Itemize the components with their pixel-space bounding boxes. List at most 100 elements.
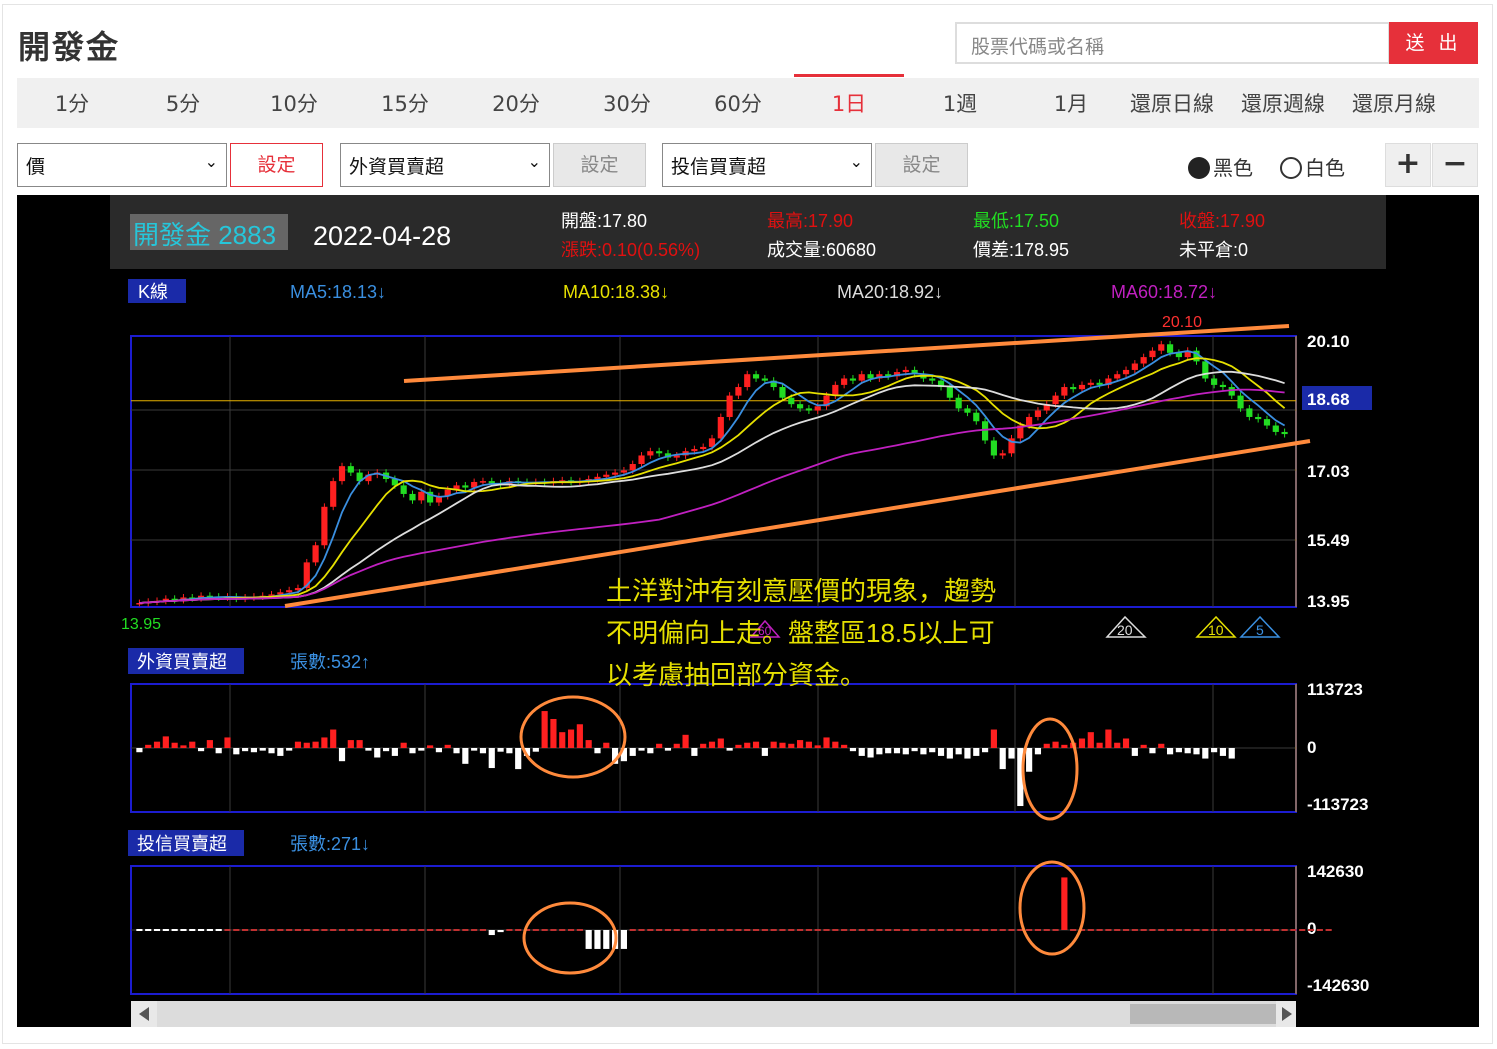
tab-5[interactable]: 20分 (461, 78, 571, 128)
price-tick-5: 13.95 (1307, 592, 1350, 611)
foreign-bar (1184, 748, 1191, 754)
foreign-bar (797, 740, 804, 748)
foreign-bar (744, 742, 751, 748)
trust-bar (1255, 929, 1262, 931)
foreign-bar (1026, 748, 1033, 772)
foreign-bar (427, 745, 434, 748)
tab-12[interactable]: 還原週線 (1228, 78, 1338, 128)
submit-button[interactable]: 送 出 (1389, 22, 1478, 64)
foreign-bar (885, 748, 892, 754)
foreign-bar (973, 748, 980, 756)
candle-body (955, 397, 962, 409)
foreign-bar (990, 729, 997, 748)
candle-body (312, 545, 319, 563)
candle-body (973, 412, 980, 422)
candle-body (647, 451, 654, 456)
theme-white-radio[interactable]: 白色 (1280, 152, 1345, 181)
candle-body (867, 374, 874, 379)
tab-4[interactable]: 15分 (350, 78, 460, 128)
trust-bar (382, 929, 390, 931)
foreign-bar (858, 748, 865, 756)
trust-bar (1307, 929, 1315, 931)
candle-body (929, 378, 936, 381)
tab-13[interactable]: 還原月線 (1339, 78, 1449, 128)
foreign-bar (1228, 748, 1235, 759)
trust-bar (638, 929, 645, 931)
tab-9[interactable]: 1週 (905, 78, 1015, 128)
candle-body (1131, 363, 1138, 370)
indicator-select-1[interactable]: 價 ⌄ (17, 143, 227, 187)
trust-bar (920, 929, 927, 931)
foreign-bar (779, 742, 786, 748)
trust-bar (999, 929, 1006, 931)
tab-1[interactable]: 1分 (17, 78, 127, 128)
candle-body (717, 416, 724, 439)
tab-6[interactable]: 30分 (572, 78, 682, 128)
trust-bar (303, 929, 310, 931)
zoom-out-button[interactable]: − (1432, 143, 1478, 187)
trust-bar (189, 929, 196, 931)
tab-2[interactable]: 5分 (128, 78, 238, 128)
candle-body (761, 378, 768, 381)
trust-bar (744, 929, 751, 931)
trust-bar (770, 929, 777, 931)
foreign-bar (479, 748, 487, 754)
tab-7[interactable]: 60分 (683, 78, 793, 128)
foreign-bar (189, 741, 196, 748)
foreign-bar (435, 748, 442, 753)
price-tick-2: 18.68 (1307, 390, 1350, 409)
foreign-bar (145, 744, 152, 748)
foreign-count: 張數:532↑ (290, 652, 370, 672)
trust-bar (250, 929, 258, 931)
tab-10[interactable]: 1月 (1016, 78, 1126, 128)
set-button-3[interactable]: 設定 (875, 143, 968, 187)
foreign-bar (946, 748, 953, 759)
foreign-bar (1149, 748, 1156, 754)
trust-bar (841, 929, 848, 931)
trust-bar (858, 929, 865, 931)
candle-body (603, 474, 610, 477)
candle-body (347, 466, 354, 473)
radio-empty-icon (1280, 157, 1302, 179)
foreign-bar (700, 743, 707, 748)
foreign-bar (347, 740, 354, 748)
trust-bar (1087, 929, 1094, 931)
trust-bar (1316, 929, 1323, 931)
foreign-bar (471, 748, 478, 751)
theme-black-radio[interactable]: 黑色 (1188, 152, 1253, 181)
tab-11[interactable]: 還原日線 (1117, 78, 1227, 128)
foreign-bar (1105, 729, 1112, 748)
search-input[interactable]: 股票代碼或名稱 (955, 22, 1390, 64)
trust-bar (162, 929, 169, 931)
foreign-bar (215, 748, 222, 754)
trust-bar (233, 929, 240, 931)
indicator-select-3[interactable]: 投信買賣超 ⌄ (662, 143, 872, 187)
scrollbar-track[interactable] (131, 1001, 1296, 1027)
trust-bar (206, 929, 213, 931)
set-button-2[interactable]: 設定 (553, 143, 646, 187)
volume-value: 成交量:60680 (767, 240, 876, 260)
tab-8[interactable]: 1日 (794, 74, 904, 128)
trust-bar (929, 929, 936, 931)
tab-3[interactable]: 10分 (239, 78, 349, 128)
scrollbar-thumb[interactable] (1130, 1004, 1276, 1024)
foreign-bar (867, 748, 874, 758)
moving-averages (139, 350, 1286, 604)
zoom-in-button[interactable]: + (1385, 143, 1431, 187)
price-tick-3: 17.03 (1307, 462, 1350, 481)
foreign-bars (136, 711, 1235, 807)
candle-body (656, 451, 663, 454)
candle-body (479, 481, 487, 483)
trust-bars (136, 877, 1332, 949)
indicator-select-2[interactable]: 外資買賣超 ⌄ (340, 143, 550, 187)
candle-body (1026, 416, 1033, 426)
trust-bar (462, 929, 469, 931)
set-button-1[interactable]: 設定 (230, 143, 323, 187)
trust-bar (312, 929, 319, 931)
trust-bar (347, 929, 354, 931)
foreign-panel-label: 外資買賣超 (137, 652, 227, 672)
trust-bar (1008, 929, 1015, 931)
trust-bar (849, 929, 857, 931)
foreign-bar (259, 748, 266, 751)
trust-bar (427, 929, 434, 931)
